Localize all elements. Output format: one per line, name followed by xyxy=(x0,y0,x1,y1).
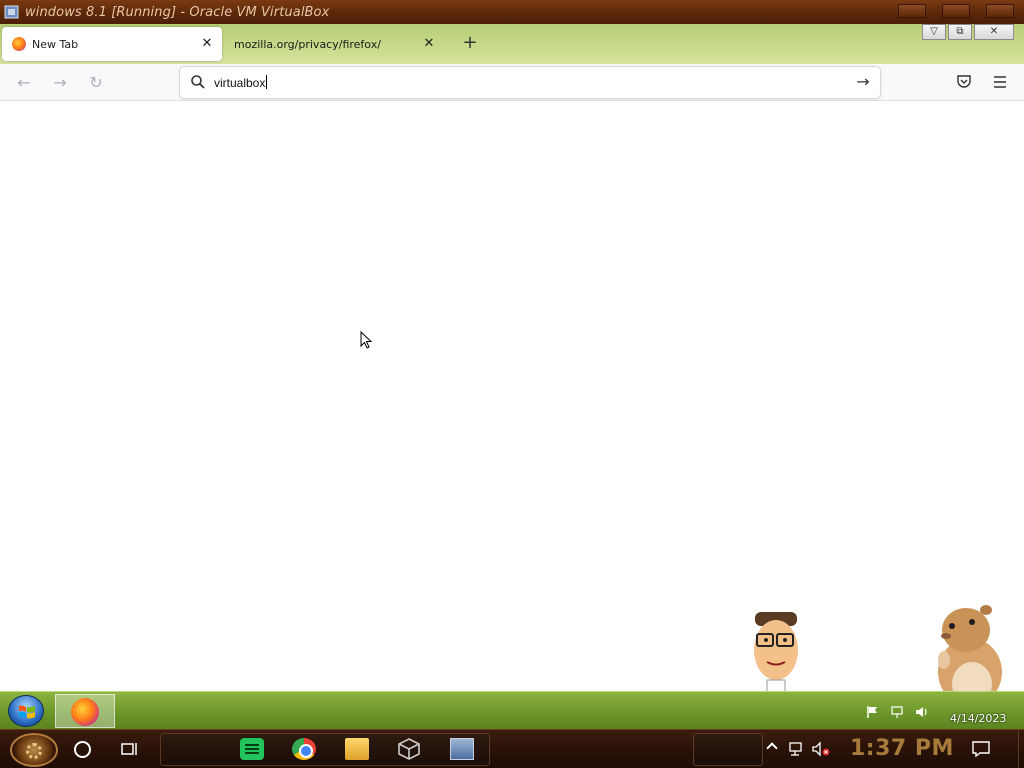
url-input[interactable]: virtualbox xyxy=(214,75,268,90)
new-tab-button[interactable]: + xyxy=(460,34,480,54)
spotify-icon[interactable] xyxy=(240,738,264,760)
virtualbox-icon[interactable] xyxy=(3,3,21,21)
network-icon[interactable] xyxy=(789,742,805,756)
screen: windows 8.1 [Running] - Oracle VM Virtua… xyxy=(0,0,1024,768)
show-desktop-button[interactable] xyxy=(1018,730,1024,768)
windows-start-icon[interactable] xyxy=(8,695,44,727)
page-content[interactable] xyxy=(0,101,1024,692)
virtualbox-window-controls xyxy=(898,4,1014,18)
reload-button[interactable]: ↻ xyxy=(86,73,106,93)
guest-restore-button[interactable]: ⧉ xyxy=(948,24,972,40)
gear-icon xyxy=(26,743,42,759)
tab-label: mozilla.org/privacy/firefox/ xyxy=(234,37,381,51)
close-icon[interactable]: ✕ xyxy=(422,37,436,51)
back-button[interactable]: ← xyxy=(14,73,34,93)
host-taskbar-panel xyxy=(693,733,763,766)
host-pinned-apps xyxy=(160,733,490,766)
virtualbox-maximize-button[interactable] xyxy=(942,4,970,18)
virtualbox-app-icon[interactable] xyxy=(397,738,421,760)
host-start-button[interactable] xyxy=(10,733,58,767)
text-caret xyxy=(266,75,268,89)
cortana-icon[interactable] xyxy=(74,741,91,758)
close-icon[interactable]: ✕ xyxy=(200,37,214,51)
pocket-icon[interactable] xyxy=(956,73,972,89)
mouse-cursor-icon xyxy=(360,331,373,349)
guest-date[interactable]: 4/14/2023 xyxy=(950,712,1006,725)
network-icon[interactable] xyxy=(890,704,904,718)
navigation-toolbar: ← → ↻ virtualbox → xyxy=(0,64,1024,101)
guest-close-button[interactable]: ✕ xyxy=(974,24,1014,40)
url-input-value: virtualbox xyxy=(214,76,266,90)
guest-system-tray xyxy=(866,704,928,718)
task-view-icon[interactable] xyxy=(121,742,139,756)
firefox-icon xyxy=(12,37,26,51)
volume-muted-icon[interactable] xyxy=(812,741,830,757)
firefox-taskbar-button[interactable] xyxy=(55,694,115,728)
firefox-icon xyxy=(71,698,99,726)
chevron-up-icon[interactable] xyxy=(766,742,778,754)
tab-strip: New Tab ✕ mozilla.org/privacy/firefox/ ✕… xyxy=(0,24,1024,64)
forward-button[interactable]: → xyxy=(50,73,70,93)
virtualbox-title-bar: windows 8.1 [Running] - Oracle VM Virtua… xyxy=(0,0,1024,24)
host-clock[interactable]: 1:37 PM xyxy=(850,736,954,761)
guest-minimize-button[interactable]: ▽ xyxy=(922,24,946,40)
guest-window-controls: ▽ ⧉ ✕ xyxy=(922,24,1014,40)
host-taskbar: 1:37 PM xyxy=(0,729,1024,768)
virtualbox-minimize-button[interactable] xyxy=(898,4,926,18)
hamburger-menu-icon[interactable] xyxy=(992,74,1008,90)
window-title: windows 8.1 [Running] - Oracle VM Virtua… xyxy=(25,4,330,20)
tab-mozilla-privacy[interactable]: mozilla.org/privacy/firefox/ ✕ xyxy=(226,27,444,61)
search-icon xyxy=(190,74,206,90)
tab-new-tab[interactable]: New Tab ✕ xyxy=(2,27,222,61)
guest-taskbar: 4/14/2023 xyxy=(0,691,1024,729)
file-explorer-icon[interactable] xyxy=(345,738,369,760)
tab-label: New Tab xyxy=(32,37,79,51)
virtualbox-close-button[interactable] xyxy=(986,4,1014,18)
volume-icon[interactable] xyxy=(914,704,928,718)
flag-icon[interactable] xyxy=(866,704,880,718)
notification-icon[interactable] xyxy=(972,741,990,757)
url-bar[interactable]: virtualbox → xyxy=(180,67,880,98)
windows-81-vm-icon[interactable] xyxy=(450,738,474,760)
chrome-icon[interactable] xyxy=(292,738,316,760)
arrow-right-icon[interactable]: → xyxy=(854,73,872,91)
